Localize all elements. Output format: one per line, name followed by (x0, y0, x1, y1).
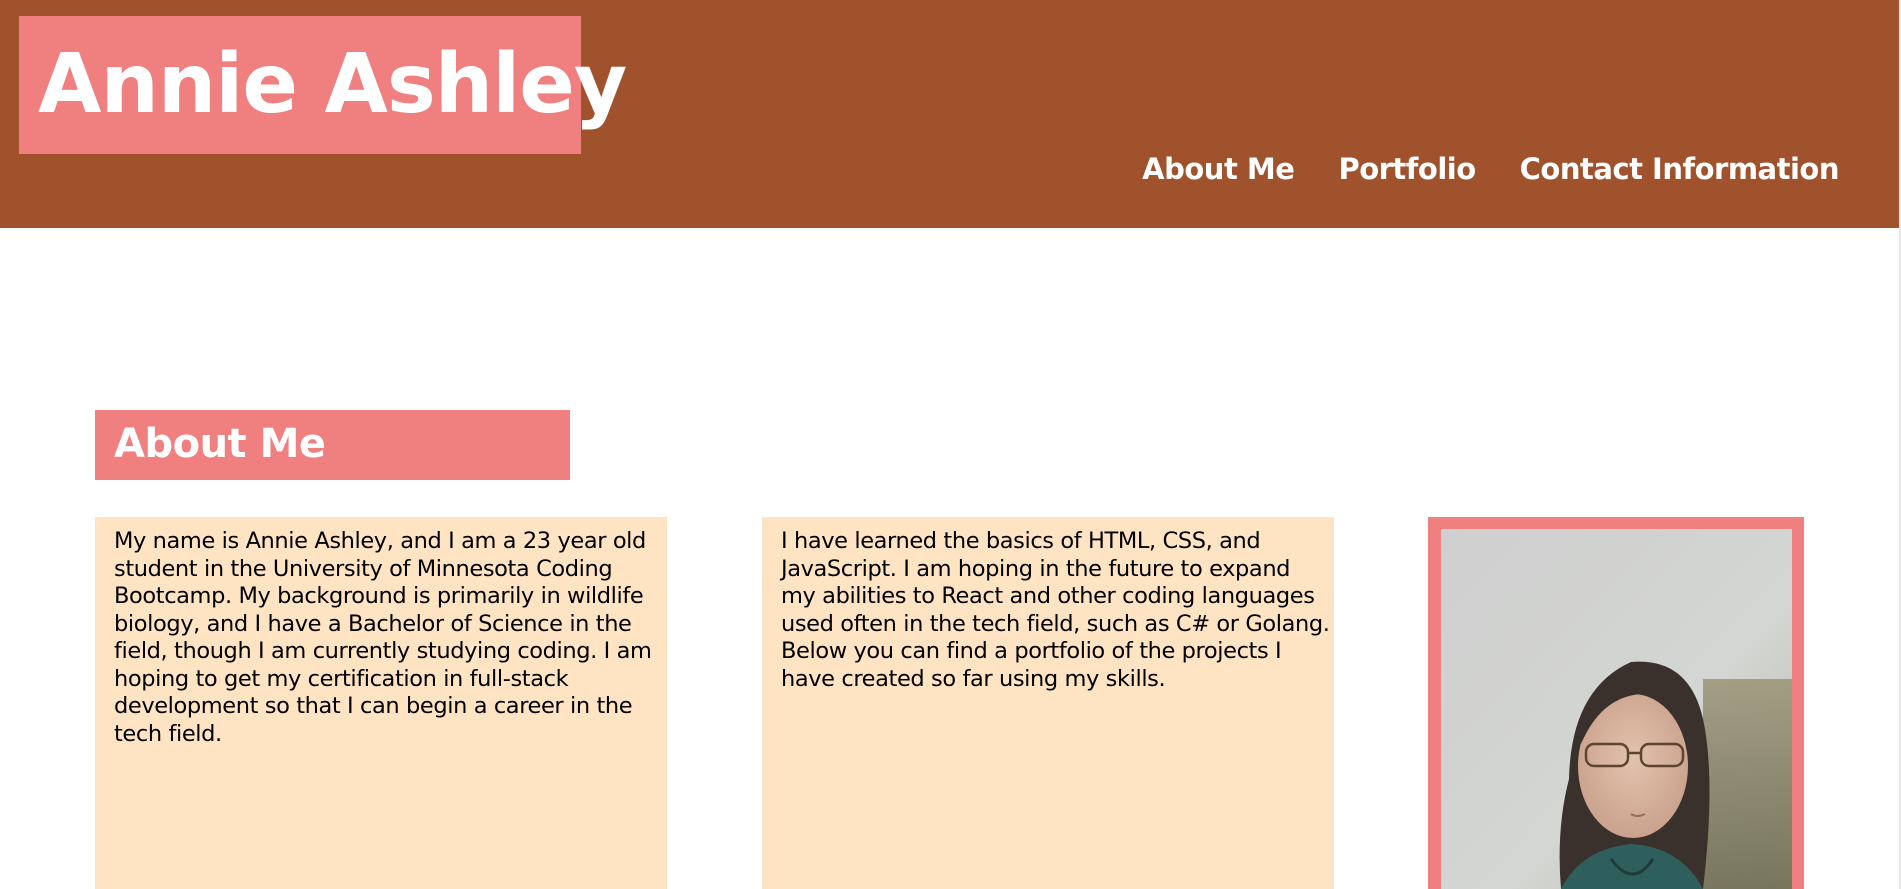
profile-photo-frame (1428, 517, 1804, 889)
profile-photo (1441, 529, 1792, 889)
profile-photo-image (1441, 529, 1792, 889)
main-nav: About Me Portfolio Contact Information (1142, 152, 1839, 186)
nav-link-portfolio[interactable]: Portfolio (1338, 152, 1476, 186)
about-paragraph-background: My name is Annie Ashley, and I am a 23 y… (114, 528, 652, 747)
about-card-background: My name is Annie Ashley, and I am a 23 y… (95, 517, 667, 889)
about-paragraph-skills: I have learned the basics of HTML, CSS, … (781, 528, 1330, 692)
section-heading-about-me: About Me (95, 410, 570, 480)
nav-link-about-me[interactable]: About Me (1142, 152, 1295, 186)
nav-link-contact-information[interactable]: Contact Information (1520, 152, 1840, 186)
site-title: Annie Ashley (19, 16, 627, 154)
about-card-skills: I have learned the basics of HTML, CSS, … (762, 517, 1334, 889)
site-header: Annie Ashley About Me Portfolio Contact … (0, 0, 1899, 228)
page: Annie Ashley About Me Portfolio Contact … (0, 0, 1901, 889)
